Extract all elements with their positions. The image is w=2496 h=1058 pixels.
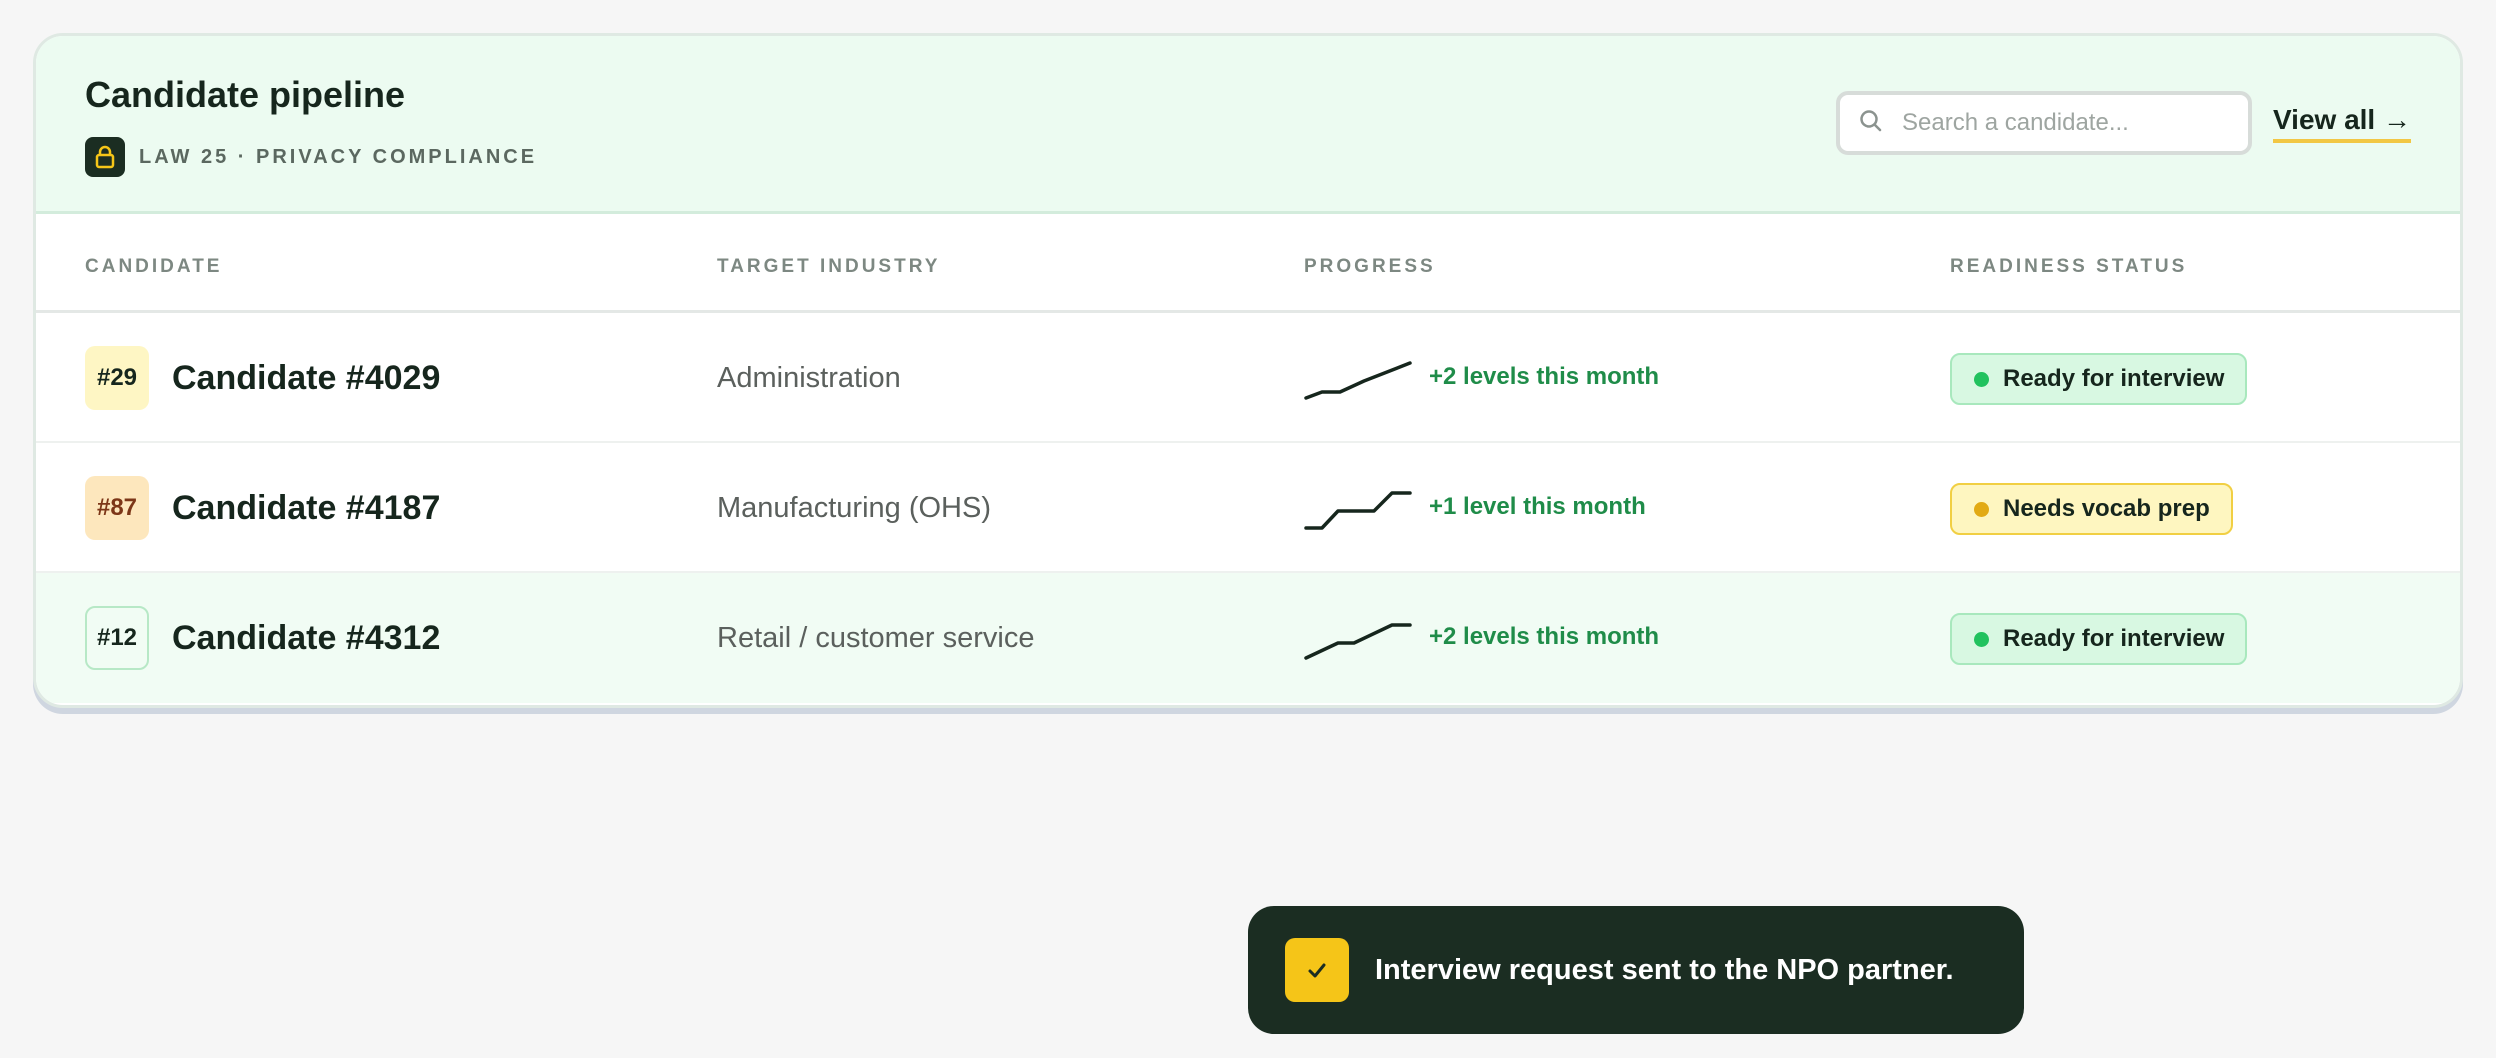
checkmark-icon [1285,938,1349,1002]
toast-notification: Interview request sent to the NPO partne… [1248,906,2024,1034]
candidate-name[interactable]: Candidate #4029 [172,359,440,398]
rank-badge: #12 [85,606,149,670]
status-badge: Ready for interview [1950,353,2248,405]
status-dot-icon [1974,501,1989,517]
table-header: CANDIDATE TARGET INDUSTRY PROGRESS READI… [36,217,2460,313]
progress-sparkline-icon [1304,491,1412,530]
compliance-badge: LAW 25 · PRIVACY COMPLIANCE [85,137,537,177]
candidate-name[interactable]: Candidate #4187 [172,489,440,528]
candidate-pipeline-card: Candidate pipeline LAW 25 · PRIVACY COMP… [33,33,2463,708]
target-industry: Administration [717,362,901,394]
column-header-readiness-status: READINESS STATUS [1950,256,2188,277]
status-label: Ready for interview [2003,365,2225,392]
target-industry: Manufacturing (OHS) [717,492,991,524]
progress-text: +2 levels this month [1429,623,1660,650]
status-label: Ready for interview [2003,625,2225,652]
table-row[interactable]: #12 Candidate #4312 Retail / customer se… [36,573,2460,703]
status-badge: Ready for interview [1950,613,2248,665]
status-badge: Needs vocab prep [1950,483,2233,535]
toast-message: Interview request sent to the NPO partne… [1375,953,1954,986]
candidate-name[interactable]: Candidate #4312 [172,619,440,658]
rank-badge: #29 [85,346,149,410]
progress-text: +2 levels this month [1429,363,1660,390]
table-row[interactable]: #29 Candidate #4029 Administration +2 le… [36,313,2460,443]
status-label: Needs vocab prep [2003,495,2210,522]
status-dot-icon [1974,631,1989,647]
column-header-candidate: CANDIDATE [85,256,223,277]
column-header-target-industry: TARGET INDUSTRY [717,256,941,277]
progress-sparkline-icon [1304,361,1412,400]
progress-sparkline-icon [1304,623,1412,660]
rank-badge: #87 [85,476,149,540]
search-box[interactable] [1836,91,2252,155]
page-title: Candidate pipeline [85,74,406,115]
table-row[interactable]: #87 Candidate #4187 Manufacturing (OHS) … [36,443,2460,573]
search-icon [1858,108,1884,139]
status-dot-icon [1974,371,1989,387]
card-header: Candidate pipeline LAW 25 · PRIVACY COMP… [36,36,2460,214]
compliance-label: LAW 25 · PRIVACY COMPLIANCE [139,145,538,168]
column-header-progress: PROGRESS [1304,256,1436,277]
view-all-link[interactable]: View all → [2273,104,2411,143]
progress-text: +1 level this month [1429,493,1646,520]
lock-icon [85,137,125,177]
search-input[interactable] [1902,109,2222,137]
target-industry: Retail / customer service [717,622,1035,654]
